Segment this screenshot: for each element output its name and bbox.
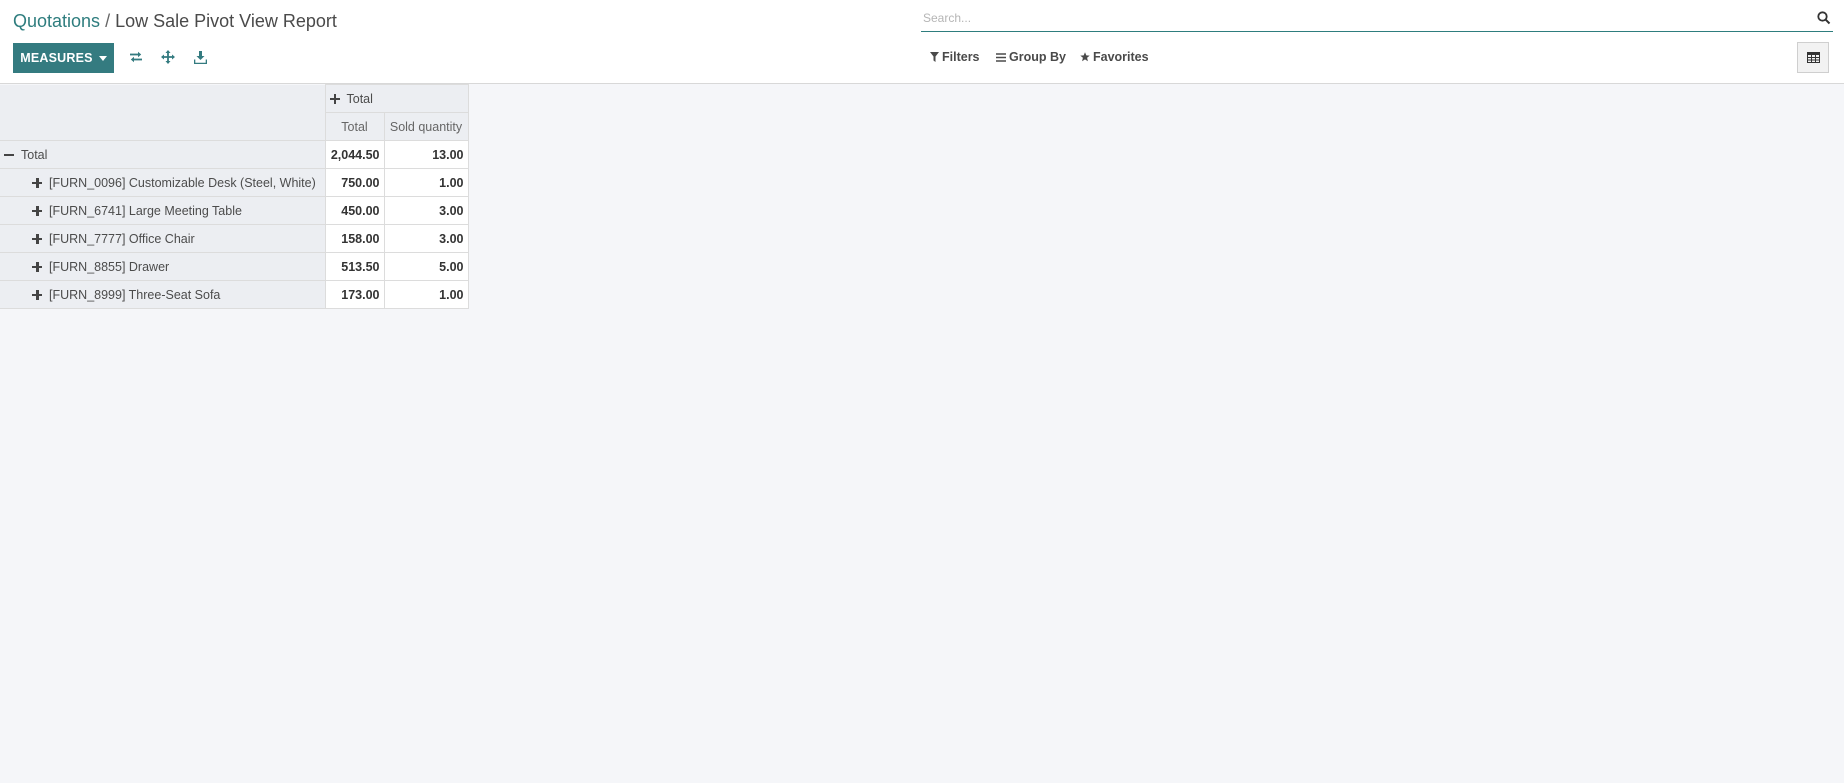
group-by-label: Group By <box>1009 50 1066 64</box>
plus-icon <box>32 177 42 188</box>
pivot-col-header-total[interactable]: Total <box>324 84 469 113</box>
cell-total[interactable]: 173.00 <box>324 280 385 309</box>
download-icon <box>193 50 207 64</box>
arrows-expand-icon <box>161 50 175 64</box>
breadcrumb-separator: / <box>100 11 116 31</box>
page-title: Low Sale Pivot View Report <box>115 11 337 31</box>
pivot-corner <box>0 84 326 141</box>
cell-sold-quantity[interactable]: 5.00 <box>383 252 469 281</box>
pivot-row: [FURN_0096] Customizable Desk (Steel, Wh… <box>0 168 469 197</box>
search-icon[interactable] <box>1816 10 1832 26</box>
pivot-view-switch[interactable] <box>1797 42 1829 73</box>
breadcrumb: Quotations / Low Sale Pivot View Report <box>13 10 337 32</box>
row-header[interactable]: [FURN_8855] Drawer <box>0 252 326 281</box>
plus-icon <box>32 233 42 244</box>
measure-header-total[interactable]: Total <box>324 112 385 141</box>
pivot-table: Total Total Sold quantity Total 2,044.50… <box>0 84 469 309</box>
row-header[interactable]: [FURN_6741] Large Meeting Table <box>0 196 326 225</box>
row-header-label: [FURN_7777] Office Chair <box>49 231 195 246</box>
row-header-label: [FURN_8999] Three-Seat Sofa <box>49 287 221 302</box>
exchange-icon <box>130 51 142 63</box>
plus-icon <box>32 205 42 216</box>
cell-total[interactable]: 750.00 <box>324 168 385 197</box>
pivot-row: [FURN_8855] Drawer 513.50 5.00 <box>0 252 469 281</box>
row-header[interactable]: [FURN_7777] Office Chair <box>0 224 326 253</box>
col-header-label: Total <box>346 91 373 106</box>
star-icon <box>1080 52 1090 62</box>
cell-sold-quantity[interactable]: 13.00 <box>383 140 469 169</box>
row-header-label: [FURN_6741] Large Meeting Table <box>49 203 242 218</box>
pivot-row: [FURN_7777] Office Chair 158.00 3.00 <box>0 224 469 253</box>
filters-label: Filters <box>942 50 980 64</box>
filter-icon <box>930 52 939 62</box>
plus-icon <box>329 93 340 104</box>
bars-icon <box>996 52 1006 62</box>
table-icon <box>1806 52 1820 63</box>
cell-total[interactable]: 513.50 <box>324 252 385 281</box>
row-header[interactable]: [FURN_8999] Three-Seat Sofa <box>0 280 326 309</box>
pivot-row: [FURN_6741] Large Meeting Table 450.00 3… <box>0 196 469 225</box>
row-header-label: [FURN_8855] Drawer <box>49 259 170 274</box>
favorites-dropdown[interactable]: Favorites <box>1080 50 1149 64</box>
measures-label: MEASURES <box>20 51 93 65</box>
plus-icon <box>32 289 42 300</box>
row-header-label: Total <box>21 147 48 162</box>
cell-sold-quantity[interactable]: 3.00 <box>383 224 469 253</box>
control-panel: Quotations / Low Sale Pivot View Report … <box>0 0 1844 84</box>
search-input[interactable] <box>921 8 1801 28</box>
cell-total[interactable]: 158.00 <box>324 224 385 253</box>
cell-total[interactable]: 450.00 <box>324 196 385 225</box>
flip-axis-button[interactable] <box>126 48 146 66</box>
group-by-dropdown[interactable]: Group By <box>996 50 1066 64</box>
caret-down-icon <box>98 55 107 61</box>
row-header-label: [FURN_0096] Customizable Desk (Steel, Wh… <box>49 175 316 190</box>
measure-header-sold-quantity[interactable]: Sold quantity <box>383 112 469 141</box>
cell-sold-quantity[interactable]: 1.00 <box>383 168 469 197</box>
pivot-row: [FURN_8999] Three-Seat Sofa 173.00 1.00 <box>0 280 469 309</box>
breadcrumb-quotations-link[interactable]: Quotations <box>13 11 100 31</box>
minus-icon <box>4 150 14 160</box>
favorites-label: Favorites <box>1093 50 1149 64</box>
measures-button[interactable]: MEASURES <box>13 43 114 73</box>
cell-sold-quantity[interactable]: 1.00 <box>383 280 469 309</box>
cell-total[interactable]: 2,044.50 <box>324 140 385 169</box>
pivot-total-row: Total 2,044.50 13.00 <box>0 140 469 169</box>
filters-dropdown[interactable]: Filters <box>930 50 980 64</box>
expand-all-button[interactable] <box>158 48 178 66</box>
plus-icon <box>32 261 42 272</box>
search-box <box>921 8 1833 32</box>
cell-sold-quantity[interactable]: 3.00 <box>383 196 469 225</box>
row-header[interactable]: [FURN_0096] Customizable Desk (Steel, Wh… <box>0 168 326 197</box>
download-button[interactable] <box>190 48 210 66</box>
row-header-total[interactable]: Total <box>0 140 326 169</box>
